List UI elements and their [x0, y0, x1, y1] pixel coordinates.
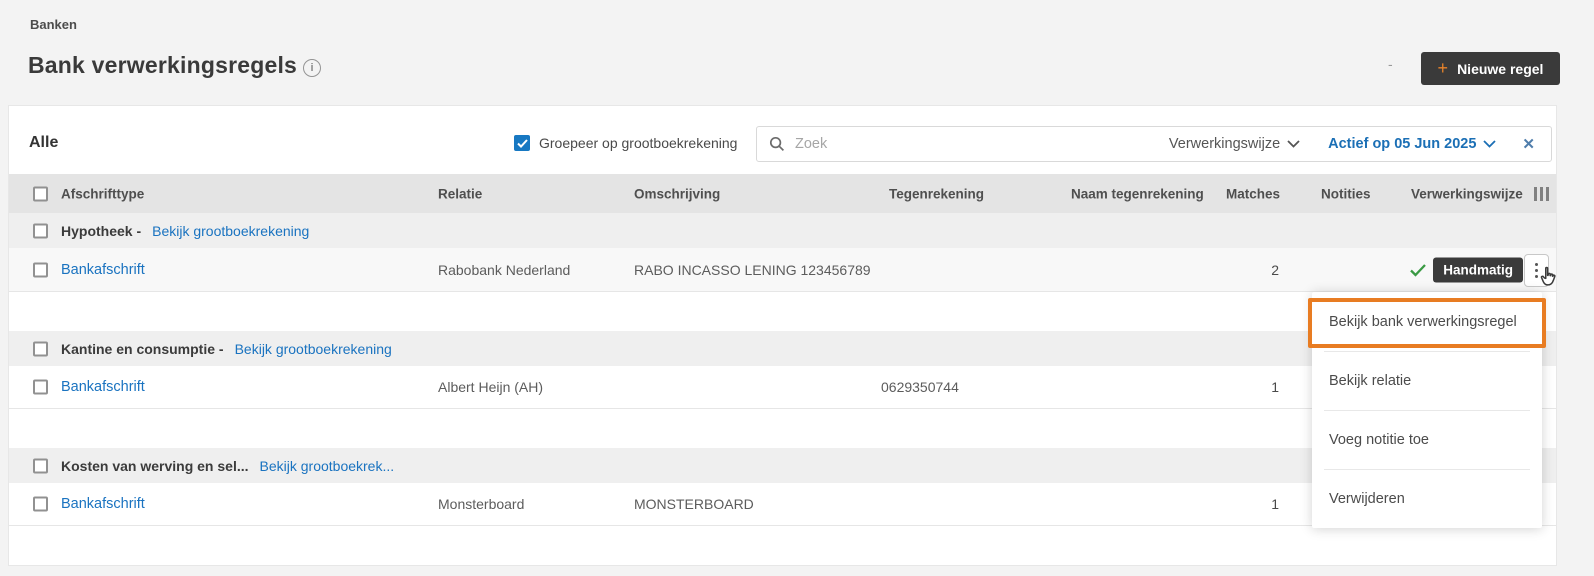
omschrijving-value: MONSTERBOARD — [634, 496, 754, 512]
table-header-row: Afschrifttype Relatie Omschrijving Tegen… — [9, 174, 1556, 213]
column-header-tegenrekening[interactable]: Tegenrekening — [889, 186, 984, 201]
row-context-menu: Bekijk bank verwerkingsregel Bekijk rela… — [1312, 292, 1542, 528]
matches-value: 1 — [1271, 379, 1279, 395]
group-title: Hypotheek - — [61, 222, 142, 239]
active-date-filter-dropdown[interactable]: Actief op 05 Jun 2025 — [1328, 136, 1497, 152]
statement-type-link[interactable]: Bankafschrift — [61, 262, 145, 278]
view-ledger-link[interactable]: Bekijk grootboekrekening — [152, 223, 309, 239]
info-icon[interactable]: i — [303, 59, 321, 77]
column-header-relatie[interactable]: Relatie — [438, 186, 482, 201]
column-header-afschrifttype[interactable]: Afschrifttype — [61, 186, 144, 201]
column-header-naam-tegenrekening[interactable]: Naam tegenrekening — [1071, 186, 1204, 201]
group-checkbox[interactable] — [33, 341, 48, 356]
matches-value: 1 — [1271, 496, 1279, 512]
group-checkbox[interactable] — [33, 223, 48, 238]
column-header-omschrijving[interactable]: Omschrijving — [634, 186, 720, 201]
select-all-checkbox[interactable] — [33, 186, 48, 201]
column-header-matches[interactable]: Matches — [1226, 186, 1280, 201]
column-settings-icon[interactable] — [1534, 186, 1549, 201]
plus-icon: + — [1437, 57, 1449, 78]
menu-item-voeg-notitie-toe[interactable]: Voeg notitie toe — [1312, 410, 1542, 469]
chevron-down-icon — [1287, 140, 1300, 148]
group-by-label: Groepeer op grootboekrekening — [539, 135, 738, 151]
search-bar: Verwerkingswijze Actief op 05 Jun 2025 ✕ — [756, 126, 1552, 162]
group-title: Kantine en consumptie - — [61, 340, 224, 357]
dash-note: - — [1388, 56, 1393, 72]
group-by-toggle[interactable]: Groepeer op grootboekrekening — [514, 135, 737, 151]
row-checkbox[interactable] — [33, 379, 48, 395]
matches-value: 2 — [1271, 261, 1279, 278]
omschrijving-value: RABO INCASSO LENING 123456789 — [634, 261, 871, 278]
row-actions-kebab-icon[interactable] — [1524, 254, 1549, 287]
column-header-verwerkingswijze[interactable]: Verwerkingswijze — [1411, 186, 1523, 201]
search-icon — [769, 136, 785, 152]
page-title: Bank verwerkingsregels — [28, 52, 298, 78]
checkbox-checked-icon[interactable] — [514, 135, 530, 151]
clear-filter-icon[interactable]: ✕ — [1518, 133, 1539, 155]
group-checkbox[interactable] — [33, 458, 48, 473]
menu-item-verwijderen[interactable]: Verwijderen — [1312, 469, 1542, 528]
row-checkbox[interactable] — [33, 262, 48, 277]
relatie-value: Albert Heijn (AH) — [438, 379, 544, 395]
status-badge: Handmatig — [1433, 257, 1523, 282]
view-ledger-link[interactable]: Bekijk grootboekrekening — [235, 341, 392, 357]
tegenrekening-value: 0629350744 — [881, 379, 959, 395]
chevron-down-icon — [1483, 140, 1497, 148]
statement-type-link[interactable]: Bankafschrift — [61, 496, 145, 512]
relatie-value: Rabobank Nederland — [438, 261, 571, 278]
group-title: Kosten van werving en sel... — [61, 457, 249, 474]
new-rule-button[interactable]: + Nieuwe regel — [1421, 52, 1560, 85]
view-ledger-link[interactable]: Bekijk grootboekrek... — [260, 458, 395, 474]
statement-type-link[interactable]: Bankafschrift — [61, 379, 145, 395]
check-icon — [1410, 263, 1427, 276]
processing-filter-dropdown[interactable]: Verwerkingswijze — [1169, 136, 1300, 152]
relatie-value: Monsterboard — [438, 496, 525, 512]
menu-item-bekijk-bank-verwerkingsregel[interactable]: Bekijk bank verwerkingsregel — [1312, 292, 1542, 351]
new-rule-button-label: Nieuwe regel — [1457, 60, 1544, 77]
column-header-notities[interactable]: Notities — [1321, 186, 1371, 201]
breadcrumb[interactable]: Banken — [30, 17, 77, 32]
table-row[interactable]: Bankafschrift Rabobank Nederland RABO IN… — [9, 248, 1556, 292]
tab-alle[interactable]: Alle — [29, 134, 58, 152]
row-checkbox[interactable] — [33, 496, 48, 512]
group-row-hypotheek: Hypotheek - Bekijk grootboekrekening — [9, 213, 1556, 248]
search-input[interactable] — [795, 136, 1169, 152]
menu-item-bekijk-relatie[interactable]: Bekijk relatie — [1312, 351, 1542, 410]
